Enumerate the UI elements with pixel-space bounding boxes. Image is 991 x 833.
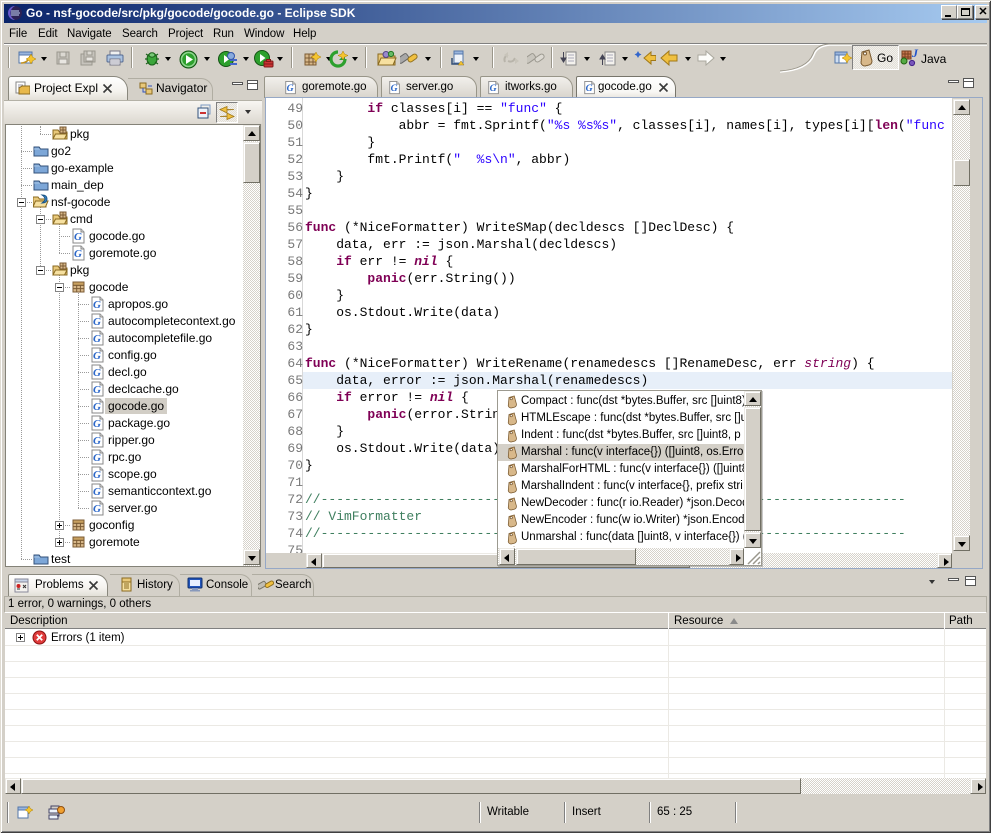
svg-text:J: J xyxy=(911,48,919,60)
